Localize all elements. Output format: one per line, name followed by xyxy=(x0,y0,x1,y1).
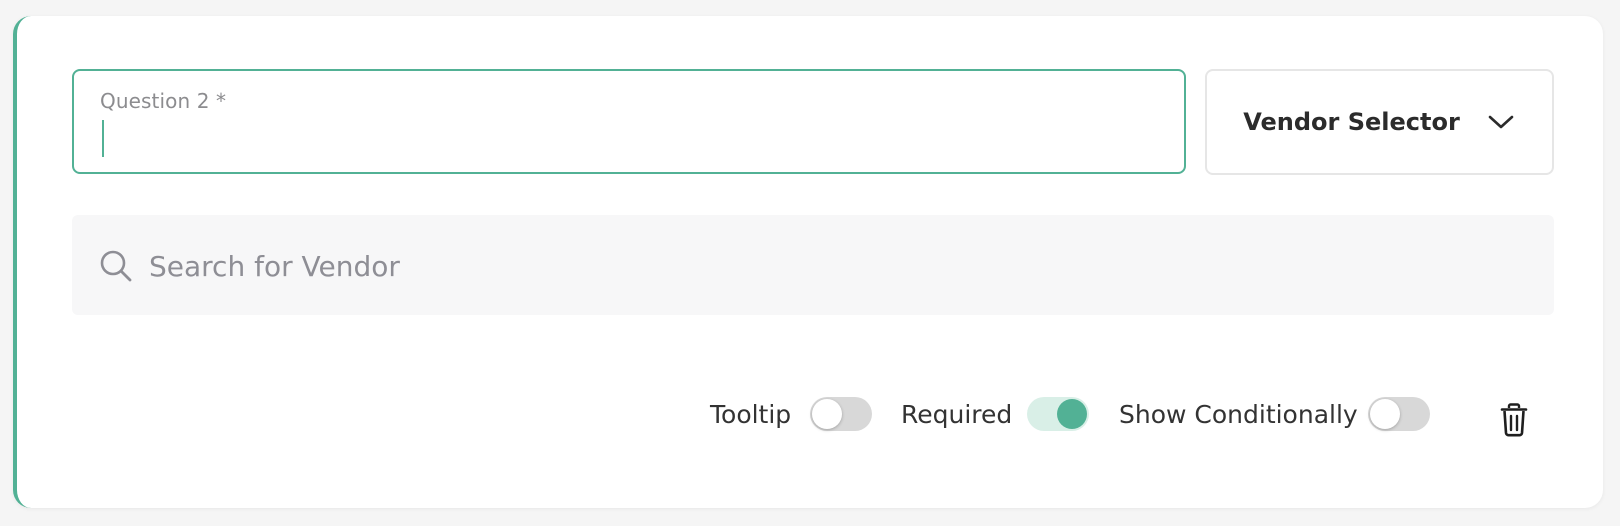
question-label: Question 2 * xyxy=(100,89,227,113)
text-caret xyxy=(102,120,104,157)
search-icon xyxy=(98,248,134,284)
question-card: Question 2 * Vendor Selector Tooltip Req… xyxy=(13,16,1603,508)
trash-icon[interactable] xyxy=(1499,403,1529,437)
required-toggle[interactable] xyxy=(1027,397,1089,431)
show-conditionally-label: Show Conditionally xyxy=(1119,399,1358,429)
toggle-knob xyxy=(812,399,842,429)
show-conditionally-toggle-group: Show Conditionally xyxy=(1119,394,1358,434)
tooltip-toggle-wrap xyxy=(810,394,872,434)
show-conditionally-toggle[interactable] xyxy=(1368,397,1430,431)
question-input[interactable] xyxy=(100,119,1160,159)
required-label: Required xyxy=(901,399,1013,429)
tooltip-toggle[interactable] xyxy=(810,397,872,431)
question-field[interactable]: Question 2 * xyxy=(72,69,1186,174)
tooltip-label: Tooltip xyxy=(710,399,792,429)
toggle-knob xyxy=(1370,399,1400,429)
required-toggle-group: Required xyxy=(901,394,1012,434)
tooltip-toggle-group: Tooltip xyxy=(710,394,791,434)
required-toggle-wrap xyxy=(1027,394,1089,434)
vendor-selector-label: Vendor Selector xyxy=(1243,108,1460,136)
show-conditionally-toggle-wrap xyxy=(1368,394,1430,434)
vendor-search-box xyxy=(72,215,1554,315)
toggle-knob xyxy=(1057,399,1087,429)
vendor-selector-dropdown[interactable]: Vendor Selector xyxy=(1205,69,1554,175)
chevron-down-icon xyxy=(1486,107,1516,137)
vendor-search-input[interactable] xyxy=(149,243,1529,289)
